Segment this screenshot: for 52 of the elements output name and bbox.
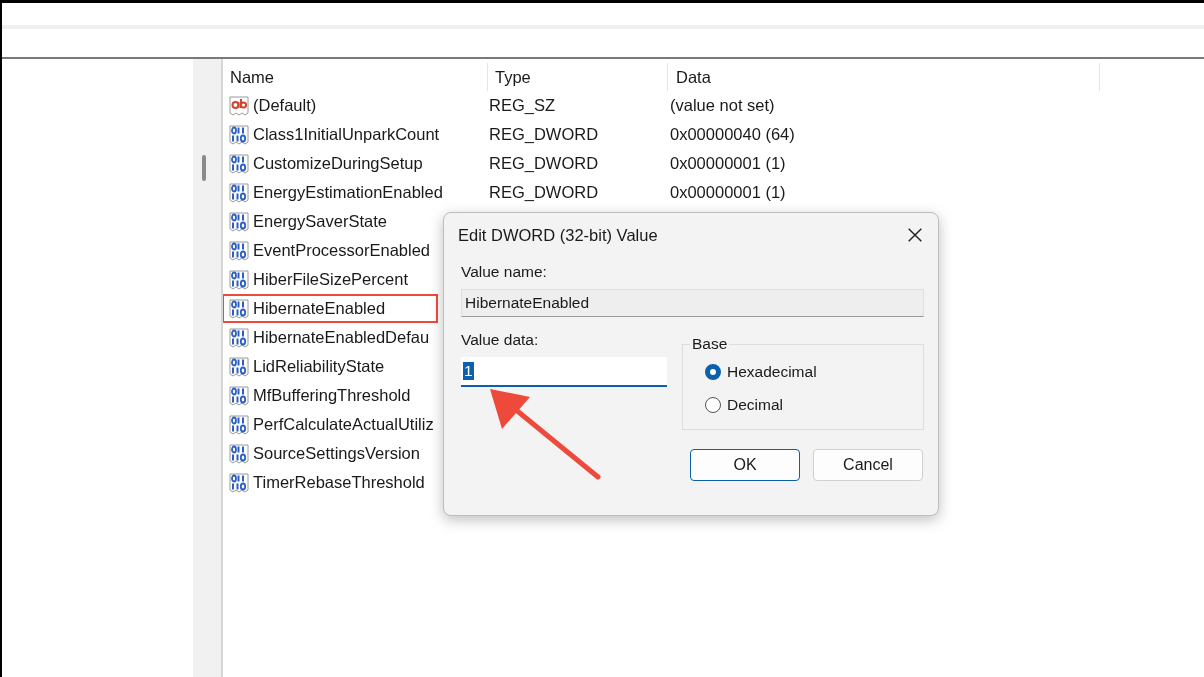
binary-value-icon [228, 152, 250, 175]
value-type: REG_DWORD [488, 154, 600, 173]
binary-value-icon [228, 384, 250, 407]
value-type: REG_DWORD [488, 183, 600, 202]
value-data: 0x00000040 (64) [669, 125, 795, 144]
value-data-label: Value data: [461, 331, 540, 349]
value-name[interactable]: LidReliabilityState [253, 357, 385, 376]
binary-value-icon [228, 471, 250, 494]
string-value-icon [228, 94, 250, 117]
column-header[interactable]: Data [668, 63, 1100, 91]
value-name[interactable]: EnergySaverState [253, 212, 387, 231]
value-name[interactable]: HibernateEnabledDefau [253, 328, 430, 347]
binary-value-icon [228, 181, 250, 204]
binary-value-icon [228, 413, 250, 436]
cancel-button[interactable]: Cancel [813, 449, 923, 481]
value-name[interactable]: Class1InitialUnparkCount [253, 125, 440, 144]
value-data: 0x00000001 (1) [669, 183, 786, 202]
value-name-label: Value name: [461, 263, 548, 281]
value-name[interactable]: HiberFileSizePercent [253, 270, 408, 289]
value-name[interactable]: EventProcessorEnabled [253, 241, 431, 260]
value-data: 0x00000001 (1) [669, 154, 786, 173]
value-data-field[interactable]: 1 [461, 357, 667, 387]
value-name[interactable]: HibernateEnabled [253, 299, 386, 318]
value-type: REG_SZ [488, 96, 557, 115]
binary-value-icon [228, 297, 250, 320]
binary-value-icon [228, 210, 250, 233]
close-icon[interactable] [906, 226, 924, 244]
value-name[interactable]: (Default) [253, 96, 317, 115]
value-name-field[interactable]: HibernateEnabled [461, 289, 924, 317]
value-name[interactable]: EnergyEstimationEnabled [253, 183, 443, 202]
value-name[interactable]: MfBufferingThreshold [253, 386, 411, 405]
radio-button[interactable] [705, 363, 721, 380]
radio-option[interactable]: Decimal [705, 388, 923, 421]
binary-value-icon [228, 355, 250, 378]
binary-value-icon [228, 123, 250, 146]
binary-value-icon [228, 326, 250, 349]
binary-value-icon [228, 239, 250, 262]
scrollbar-thumb[interactable] [202, 155, 206, 181]
ok-button[interactable]: OK [690, 449, 800, 481]
value-name[interactable]: SourceSettingsVersion [253, 444, 420, 463]
dialog-title: Edit DWORD (32-bit) Value [458, 225, 658, 245]
value-name[interactable]: CustomizeDuringSetup [253, 154, 423, 173]
radio-button[interactable] [705, 396, 721, 413]
value-data: (value not set) [669, 96, 775, 115]
column-header[interactable]: Name [228, 63, 488, 91]
value-name[interactable]: TimerRebaseThreshold [253, 473, 425, 492]
column-header[interactable]: Type [488, 63, 668, 91]
binary-value-icon [228, 442, 250, 465]
value-type: REG_DWORD [488, 125, 600, 144]
binary-value-icon [228, 268, 250, 291]
value-name[interactable]: PerfCalculateActualUtiliz [253, 415, 434, 434]
radio-option[interactable]: Hexadecimal [705, 355, 923, 388]
